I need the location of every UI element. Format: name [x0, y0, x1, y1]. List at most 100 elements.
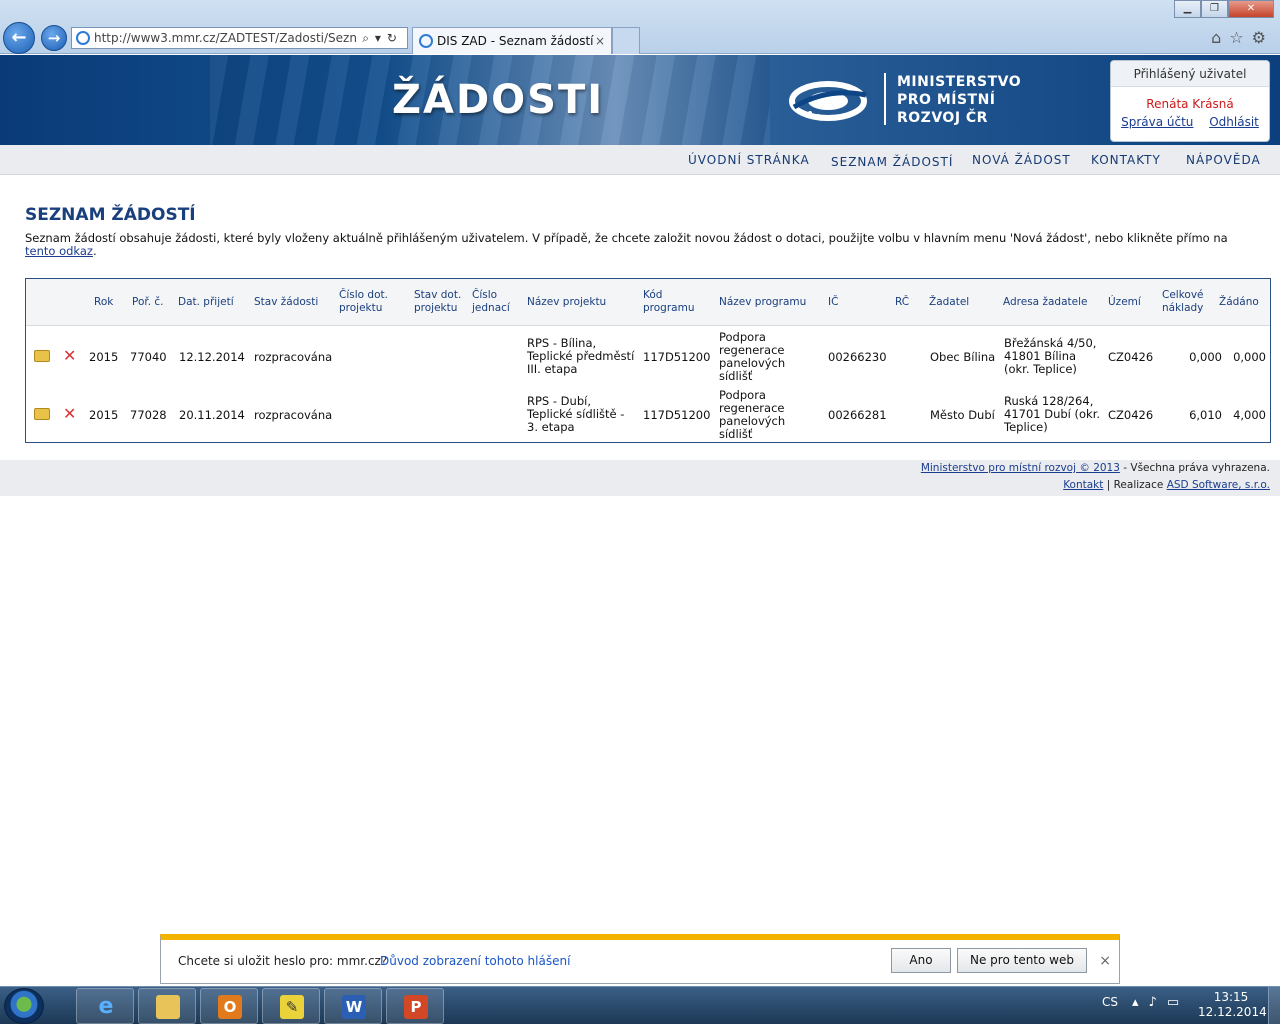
col-header-zadatel[interactable]: Žadatel	[929, 296, 969, 309]
cell-uzemi: CZ0426	[1108, 350, 1154, 364]
paint-icon[interactable]: ✎	[262, 988, 320, 1024]
cell-kod-programu: 117D51200	[643, 350, 711, 364]
network-icon[interactable]: ▭	[1167, 995, 1189, 1010]
cell-zadatel: Obec Bílina	[930, 350, 996, 364]
menu-item-new-request[interactable]: NOVÁ ŽÁDOST	[972, 153, 1071, 167]
intro-text: Seznam žádostí obsahuje žádosti, které b…	[25, 232, 1255, 258]
col-header-celkove-naklady[interactable]: Celkové náklady	[1162, 289, 1206, 315]
col-header-uzemi[interactable]: Území	[1108, 296, 1141, 309]
col-header-stav-dot-projektu[interactable]: Stav dot. projektu	[414, 289, 466, 315]
tab-close-icon[interactable]: ×	[595, 28, 605, 54]
footer-separator: | Realizace	[1103, 479, 1167, 491]
col-header-cislo-dot-projektu[interactable]: Číslo dot. projektu	[339, 289, 401, 315]
col-header-kod-programu[interactable]: Kód programu	[643, 289, 695, 315]
col-header-nazev-projektu[interactable]: Název projektu	[527, 296, 606, 309]
new-request-link[interactable]: tento odkaz	[25, 244, 93, 258]
col-header-cislo-jednaci[interactable]: Číslo jednací	[472, 289, 516, 315]
col-header-rc[interactable]: RČ	[895, 296, 909, 309]
menu-item-help[interactable]: NÁPOVĚDA	[1186, 153, 1261, 167]
toolbar-icons: ⌂☆⚙	[1211, 28, 1274, 47]
cell-rok: 2015	[89, 408, 119, 422]
cell-rok: 2015	[89, 350, 119, 364]
delete-icon[interactable]: ✕	[63, 348, 76, 364]
file-explorer-icon[interactable]	[138, 988, 196, 1024]
col-header-stav-zadosti[interactable]: Stav žádosti	[254, 296, 318, 309]
col-header-dat-prijeti[interactable]: Dat. přijetí	[178, 296, 234, 309]
cell-adresa-zadatele: Břežánská 4/50, 41801 Bílina (okr. Tepli…	[1004, 336, 1097, 376]
ministry-line-1: MINISTERSTVO	[897, 74, 1022, 90]
forward-button[interactable]: →	[41, 25, 67, 51]
language-indicator[interactable]: CS	[1102, 995, 1118, 1009]
address-text[interactable]: http://www3.mmr.cz/ZADTEST/Zadosti/Sezna…	[94, 28, 356, 48]
cell-kod-programu: 117D51200	[643, 408, 711, 422]
logo-separator	[884, 73, 886, 125]
table-row[interactable]: ✕ 2015 77040 12.12.2014 rozpracována RPS…	[26, 328, 1270, 386]
gear-icon[interactable]: ⚙	[1252, 28, 1274, 47]
outlook-icon[interactable]: O	[200, 988, 258, 1024]
save-password-bar: Chcete si uložit heslo pro: mmr.cz? Důvo…	[160, 934, 1120, 984]
open-folder-icon[interactable]	[34, 350, 50, 362]
col-header-ic[interactable]: IČ	[828, 296, 838, 309]
star-icon[interactable]: ☆	[1229, 28, 1251, 47]
user-box: Přihlášený uživatel Renáta Krásná Správa…	[1110, 60, 1270, 142]
col-header-adresa-zadatele[interactable]: Adresa žadatele	[1003, 296, 1087, 309]
browser-tab[interactable]: DIS ZAD - Seznam žádostí ×	[412, 27, 612, 54]
user-name: Renáta Krásná	[1146, 97, 1234, 111]
powerpoint-icon[interactable]: P	[386, 988, 444, 1024]
table-header: Rok Poř. č. Dat. přijetí Stav žádosti Čí…	[26, 279, 1270, 326]
cell-nazev-projektu: RPS - Dubí, Teplické sídliště - 3. etapa	[527, 394, 625, 434]
browser-chrome: ← → http://www3.mmr.cz/ZADTEST/Zadosti/S…	[0, 0, 1280, 54]
volume-icon[interactable]: ♪	[1149, 995, 1167, 1010]
menu-item-request-list[interactable]: SEZNAM ŽÁDOSTÍ	[831, 155, 953, 169]
ministry-line-2: PRO MÍSTNÍ	[897, 92, 996, 108]
logout-link[interactable]: Odhlásit	[1209, 115, 1259, 129]
cell-zadano: 4,000	[1233, 408, 1266, 422]
new-tab-button[interactable]	[612, 27, 640, 54]
footer-credits: Kontakt | Realizace ASD Software, s.r.o.	[1063, 479, 1270, 491]
open-folder-icon[interactable]	[34, 408, 50, 420]
window-controls: ▁ ❐ ✕	[1174, 0, 1274, 18]
cell-ic: 00266230	[828, 350, 887, 364]
back-button[interactable]: ←	[3, 22, 35, 54]
minimize-icon[interactable]: ▁	[1174, 0, 1201, 18]
not-for-this-site-button[interactable]: Ne pro tento web	[957, 948, 1087, 973]
clock-time: 13:15	[1213, 990, 1249, 1004]
cell-dat-prijeti: 20.11.2014	[179, 408, 245, 422]
close-icon[interactable]: ×	[1099, 953, 1111, 969]
ministry-footer-link[interactable]: Ministerstvo pro místní rozvoj © 2013	[921, 462, 1120, 474]
menu-item-contacts[interactable]: KONTAKTY	[1091, 153, 1161, 167]
close-icon[interactable]: ✕	[1228, 0, 1274, 18]
internet-explorer-icon[interactable]: e	[76, 988, 134, 1024]
clock[interactable]: 13:15 12.12.2014	[1198, 990, 1267, 1020]
delete-icon[interactable]: ✕	[63, 406, 76, 422]
tab-site-icon	[419, 34, 433, 48]
col-header-zadano[interactable]: Žádáno	[1219, 296, 1259, 309]
intro-end: .	[92, 244, 97, 258]
word-icon[interactable]: W	[324, 988, 382, 1024]
address-bar[interactable]: http://www3.mmr.cz/ZADTEST/Zadosti/Sezna…	[71, 27, 408, 49]
restore-icon[interactable]: ❐	[1201, 0, 1228, 18]
cell-celkove-naklady: 6,010	[1189, 408, 1222, 422]
main-menu: ÚVODNÍ STRÁNKA SEZNAM ŽÁDOSTÍ NOVÁ ŽÁDOS…	[0, 145, 1280, 175]
account-settings-link[interactable]: Správa účtu	[1121, 115, 1193, 129]
col-header-por-c[interactable]: Poř. č.	[132, 296, 164, 309]
site-icon	[76, 31, 90, 45]
yes-button[interactable]: Ano	[891, 948, 951, 973]
table-row[interactable]: ✕ 2015 77028 20.11.2014 rozpracována RPS…	[26, 386, 1270, 444]
reason-link[interactable]: Důvod zobrazení tohoto hlášení	[380, 954, 570, 968]
search-icon[interactable]: ⌕▾↻	[362, 28, 403, 48]
contact-footer-link[interactable]: Kontakt	[1063, 479, 1103, 491]
show-desktop-button[interactable]	[1268, 987, 1280, 1024]
clock-date: 12.12.2014	[1198, 1005, 1267, 1019]
taskbar: e O ✎ W P CS ▴♪▭ 13:15 12.12.2014	[0, 986, 1280, 1024]
col-header-nazev-programu[interactable]: Název programu	[719, 296, 806, 309]
cell-ic: 00266281	[828, 408, 887, 422]
cell-adresa-zadatele: Ruská 128/264, 41701 Dubí (okr. Teplice)	[1004, 394, 1101, 434]
cell-nazev-projektu: RPS - Bílina, Teplické předměstí III. et…	[527, 336, 635, 376]
vendor-link[interactable]: ASD Software, s.r.o.	[1167, 479, 1270, 491]
show-hidden-icons-icon[interactable]: ▴	[1132, 995, 1149, 1010]
menu-item-home[interactable]: ÚVODNÍ STRÁNKA	[688, 153, 810, 167]
start-button[interactable]	[4, 988, 44, 1024]
col-header-rok[interactable]: Rok	[94, 296, 113, 309]
home-icon[interactable]: ⌂	[1211, 28, 1229, 47]
